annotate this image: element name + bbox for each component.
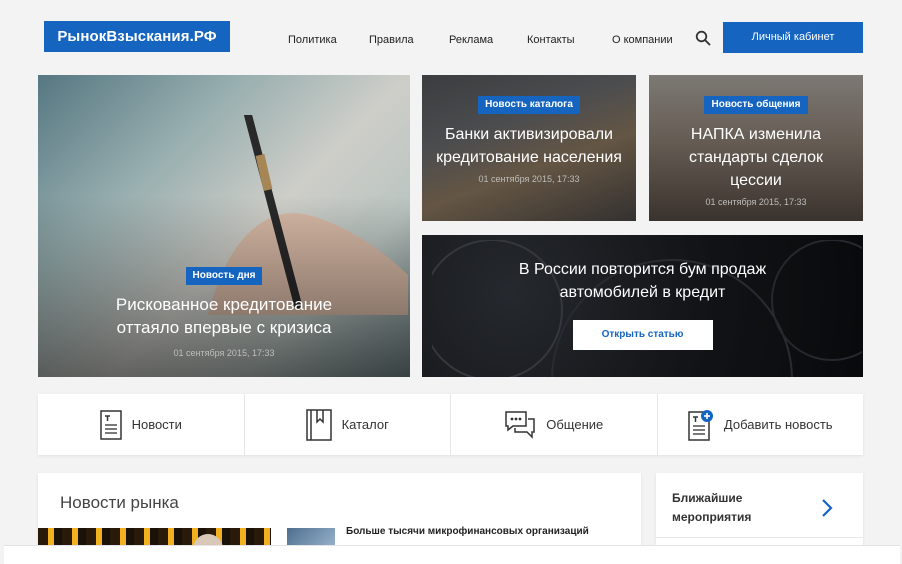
document-icon — [99, 409, 122, 440]
hero-news-card[interactable]: Новость дня Рискованное кредитование отт… — [38, 75, 410, 377]
chat-icon — [505, 410, 535, 439]
hero-title: Рискованное кредитование оттаяло впервые… — [115, 295, 333, 337]
open-article-button[interactable]: Открыть статью — [572, 320, 713, 350]
category-add-news[interactable]: Добавить новость — [658, 394, 864, 455]
nav-rules[interactable]: Правила — [369, 33, 414, 47]
book-icon — [305, 408, 332, 441]
catalog-date: 01 сентября 2015, 17:33 — [478, 174, 580, 184]
category-catalog-label: Каталог — [341, 417, 389, 432]
catalog-news-card[interactable]: Новость каталога Банки активизировали кр… — [422, 75, 636, 221]
nav-contacts[interactable]: Контакты — [527, 33, 575, 47]
news-item-title[interactable]: Больше тысячи микрофинансовых организаци… — [346, 526, 589, 537]
catalog-badge: Новость каталога — [478, 96, 580, 114]
site-logo[interactable]: РынокВзыскания.РФ — [44, 21, 230, 52]
chevron-right-icon[interactable] — [821, 498, 833, 518]
category-talk[interactable]: Общение — [451, 394, 658, 455]
auto-credit-banner: В России повторится бум продаж автомобил… — [422, 235, 863, 377]
category-bar: Новости Каталог Общение Добавить новость — [38, 394, 863, 455]
search-icon[interactable] — [695, 30, 711, 46]
talk-news-card[interactable]: Новость общения НАПКА изменила стандарты… — [649, 75, 863, 221]
talk-date: 01 сентября 2015, 17:33 — [705, 197, 807, 207]
category-talk-label: Общение — [546, 417, 604, 432]
market-news-title: Новости рынка — [60, 493, 179, 512]
talk-badge: Новость общения — [704, 96, 808, 114]
nav-politics[interactable]: Политика — [288, 33, 337, 47]
events-title: Ближайшие мероприятия — [672, 491, 752, 524]
bottom-bar — [4, 545, 900, 564]
nav-about[interactable]: О компании — [612, 33, 673, 47]
banner-title: В России повторится бум продаж автомобил… — [518, 261, 767, 301]
category-add-news-label: Добавить новость — [723, 417, 833, 432]
add-document-icon — [688, 409, 713, 441]
hero-date: 01 сентября 2015, 17:33 — [173, 348, 275, 358]
category-news-label: Новости — [131, 417, 182, 432]
category-news[interactable]: Новости — [38, 394, 245, 455]
catalog-title: Банки активизировали кредитование населе… — [436, 126, 622, 166]
category-catalog[interactable]: Каталог — [245, 394, 451, 455]
personal-cabinet-button[interactable]: Личный кабинет — [723, 22, 863, 53]
talk-title: НАПКА изменила стандарты сделок цессии — [688, 126, 824, 189]
nav-ads[interactable]: Реклама — [449, 33, 493, 47]
hero-badge: Новость дня — [185, 267, 263, 285]
